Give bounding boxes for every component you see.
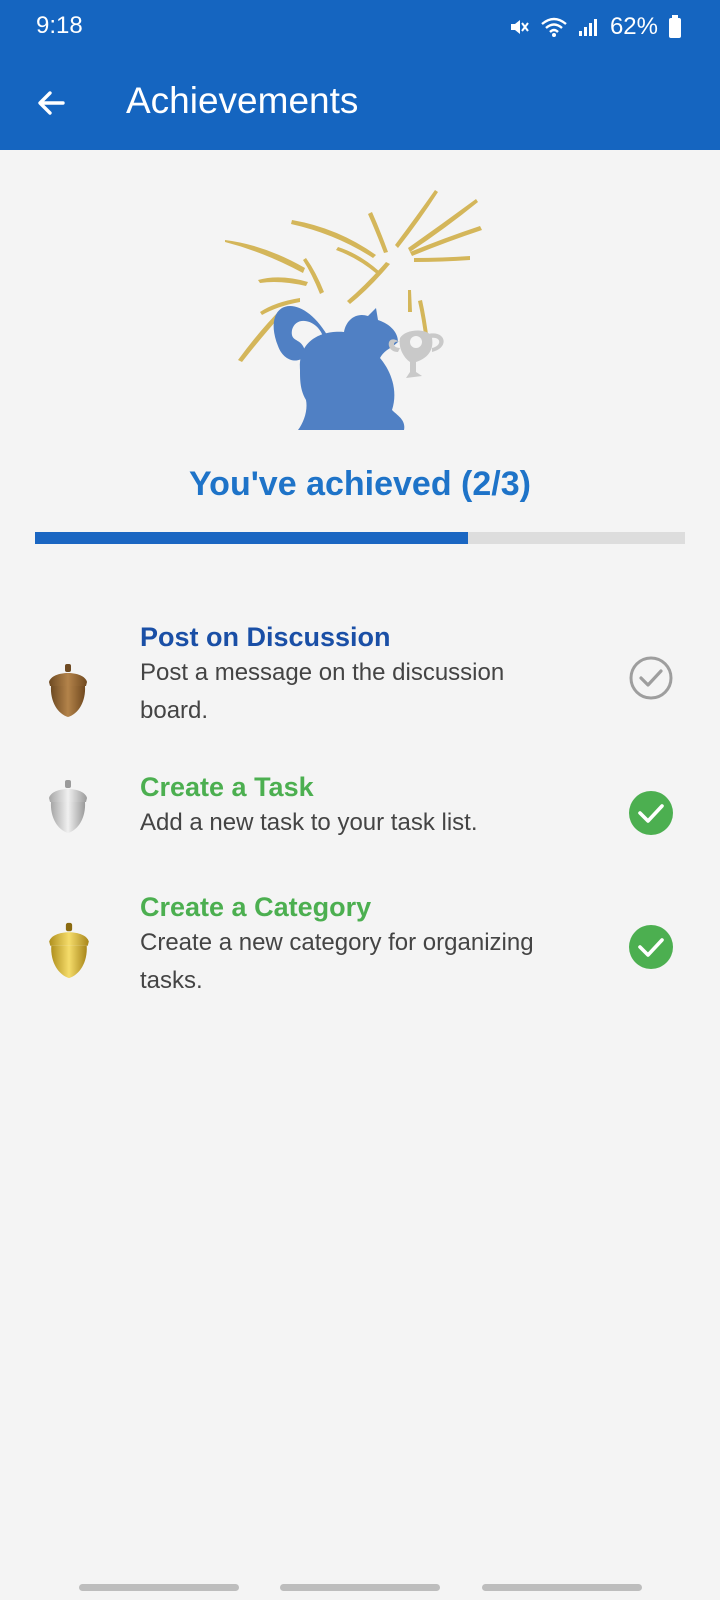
battery-icon <box>669 15 681 38</box>
squirrel-trophy-icon <box>225 190 482 430</box>
gold-acorn-icon <box>49 922 89 979</box>
completed-check-icon[interactable] <box>628 790 674 836</box>
achievement-illustration <box>220 190 500 440</box>
page-title: Achievements <box>126 80 359 121</box>
battery-level: 62% <box>609 13 658 40</box>
achievement-text: Post on Discussion Post a message on the… <box>140 620 600 730</box>
signal-icon <box>578 19 597 36</box>
achievement-list: Post on Discussion Post a message on the… <box>0 620 720 1040</box>
progress-bar <box>35 532 685 544</box>
achievement-text: Create a Category Create a new category … <box>140 890 600 1000</box>
bronze-acorn-icon <box>49 664 87 717</box>
arrow-left-icon <box>38 91 65 115</box>
completed-check-icon[interactable] <box>628 924 674 970</box>
achievement-description-line: board. <box>140 697 209 724</box>
nav-back-button[interactable] <box>482 1584 642 1591</box>
progress-label: You've achieved (2/3) <box>189 465 531 503</box>
achievement-item-create-a-category: Create a Category Create a new category … <box>0 890 720 1040</box>
achievement-title: Create a Task <box>140 772 314 802</box>
back-button[interactable] <box>28 80 74 126</box>
achievement-description-line: Post a message on the discussion <box>140 659 505 686</box>
achievement-description-line: Add a new task to your task list. <box>140 809 478 836</box>
progress-bar-fill <box>35 532 469 544</box>
achievement-title: Create a Category <box>140 892 372 922</box>
achievement-title: Post on Discussion <box>140 622 391 652</box>
silver-acorn-icon <box>49 780 87 833</box>
achievement-text: Create a Task Add a new task to your tas… <box>140 770 600 842</box>
app-bar: 9:18 62% Achievements <box>0 0 720 150</box>
system-navigation-bar <box>0 1576 720 1600</box>
status-icons: 62% <box>508 10 682 44</box>
status-time: 9:18 <box>36 12 83 39</box>
achievement-description-line: Create a new category for organizing <box>140 929 534 956</box>
achievement-description-line: tasks. <box>140 967 203 994</box>
achievement-description: Post a message on the discussion board. <box>140 654 600 730</box>
nav-recents-button[interactable] <box>79 1584 239 1591</box>
nav-home-button[interactable] <box>280 1584 440 1591</box>
status-bar: 9:18 62% <box>0 0 720 54</box>
pending-check-icon[interactable] <box>628 655 674 701</box>
wifi-icon <box>541 17 567 37</box>
achievement-description: Add a new task to your task list. <box>140 804 600 842</box>
achievement-item-post-on-discussion: Post on Discussion Post a message on the… <box>0 620 720 770</box>
mute-icon <box>510 20 529 34</box>
achievement-description: Create a new category for organizing tas… <box>140 924 600 1000</box>
achievement-item-create-a-task: Create a Task Add a new task to your tas… <box>0 770 720 890</box>
